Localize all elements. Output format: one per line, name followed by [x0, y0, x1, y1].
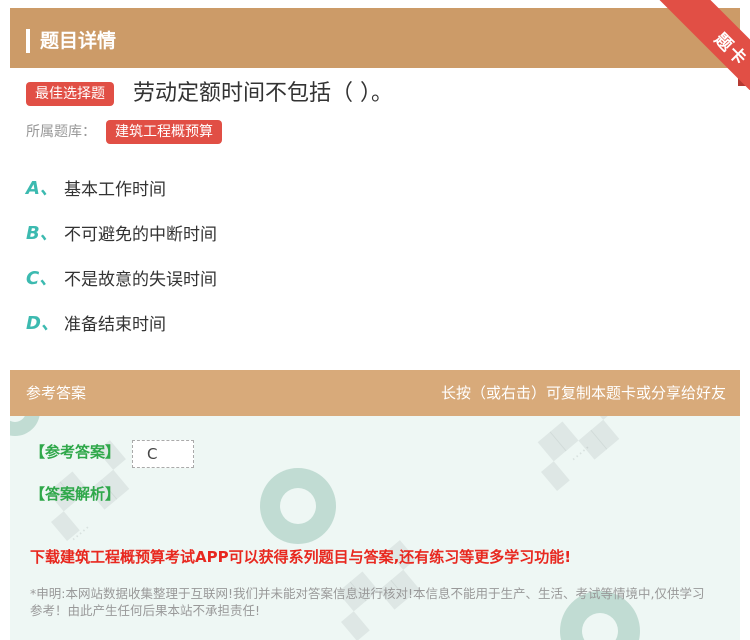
watermark-logo-icon — [260, 468, 336, 544]
answer-value: C — [132, 440, 194, 468]
answer-section-title: 参考答案 — [26, 384, 87, 402]
option-c[interactable]: C、 不是故意的失误时间 — [26, 263, 217, 291]
header-accent-bar — [26, 29, 30, 53]
question-text: 劳动定额时间不包括（ ）。 — [133, 81, 393, 106]
option-letter: A、 — [26, 178, 58, 199]
option-d[interactable]: D、 准备结束时间 — [26, 308, 166, 336]
card-header: 题目详情 — [10, 8, 740, 68]
option-a[interactable]: A、 基本工作时间 — [26, 173, 166, 201]
share-hint: 长按（或右击）可复制本题卡或分享给好友 — [440, 384, 726, 402]
option-letter: D、 — [26, 313, 59, 334]
ribbon-label: 题卡 — [710, 29, 750, 71]
page-title: 题目详情 — [40, 30, 117, 52]
option-text: 不可避免的中断时间 — [64, 224, 217, 245]
answer-header: 参考答案 长按（或右击）可复制本题卡或分享给好友 — [10, 370, 740, 416]
answer-label: 【参考答案】 — [30, 443, 121, 461]
ribbon-band: 题卡 — [659, 0, 750, 90]
watermark-logo-icon — [10, 416, 40, 436]
option-text: 基本工作时间 — [64, 179, 166, 200]
analysis-label: 【答案解析】 — [30, 485, 121, 503]
bank-tag[interactable]: 建筑工程概预算 — [106, 120, 222, 144]
download-promo-link[interactable]: 下载建筑工程概预算考试APP可以获得系列题目与答案,还有练习等更多学习功能! — [30, 547, 571, 567]
option-b[interactable]: B、 不可避免的中断时间 — [26, 218, 217, 246]
option-text: 不是故意的失误时间 — [64, 269, 217, 290]
option-letter: B、 — [26, 223, 58, 244]
question-type-badge: 最佳选择题 — [26, 82, 114, 106]
disclaimer-text: *申明:本网站数据收集整理于互联网!我们并未能对答案信息进行核对!本信息不能用于… — [30, 586, 705, 618]
option-letter: C、 — [26, 268, 58, 289]
corner-ribbon[interactable]: 题卡 — [650, 0, 750, 90]
bank-label: 所属题库： — [26, 124, 96, 140]
option-text: 准备结束时间 — [64, 314, 166, 335]
